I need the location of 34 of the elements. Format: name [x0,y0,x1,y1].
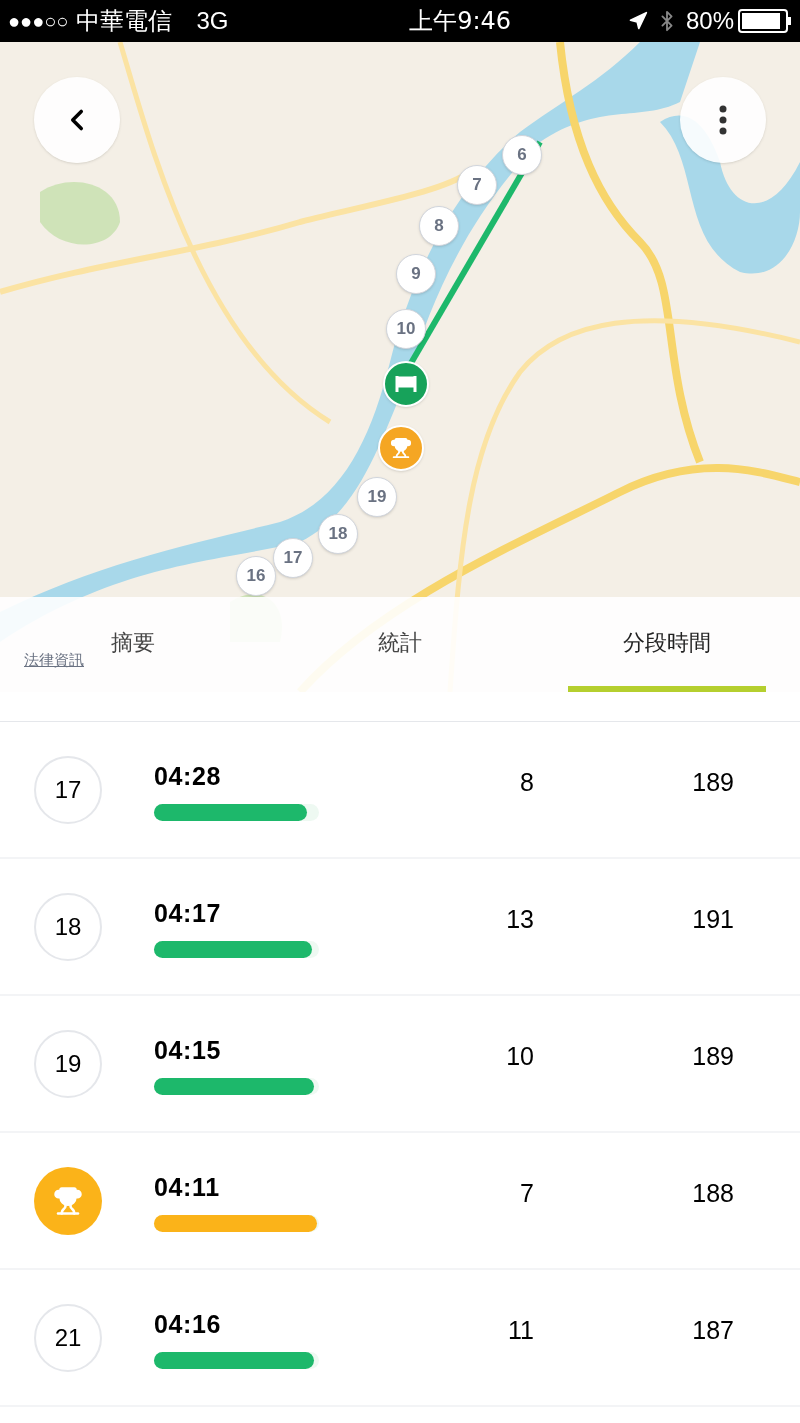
split-value: 191 [691,904,734,935]
split-time: 04:15 [154,1035,223,1067]
split-value: 188 [691,1178,734,1209]
more-icon [719,105,727,135]
split-value: 189 [691,767,734,798]
split-value: 8 [519,767,534,798]
tab[interactable]: 分段時間 [614,622,719,662]
split-value: 10 [505,1041,534,1072]
split-value: 7 [519,1178,534,1209]
split-time: 04:28 [154,761,223,793]
battery-percent: 80% [685,6,734,36]
split-value: 187 [691,1315,734,1346]
split-value: 13 [505,904,534,935]
carrier-name: 中華電信 [76,6,173,37]
network-type: 3G [196,6,229,36]
tab[interactable]: 摘要 [103,622,164,662]
split-number: 18 [34,892,102,961]
split-number: 21 [34,1303,102,1372]
trophy-icon [53,1185,83,1216]
tab[interactable]: 統計 [370,622,430,662]
flag-icon [395,375,417,393]
split-number: 17 [34,755,102,824]
battery-icon [738,9,792,33]
signal-strength: ●●●○○ [8,9,69,34]
clock: 上午9:46 [408,6,512,37]
location-icon [627,11,648,31]
split-number: 19 [34,1029,102,1098]
split-time: 04:11 [154,1172,221,1204]
split-time: 04:16 [154,1309,223,1341]
split-time: 04:17 [154,898,223,930]
split-value: 11 [507,1315,534,1346]
legal-link[interactable]: 法律資訊 [24,649,84,672]
trophy-icon [390,437,412,459]
split-value: 189 [691,1041,734,1072]
